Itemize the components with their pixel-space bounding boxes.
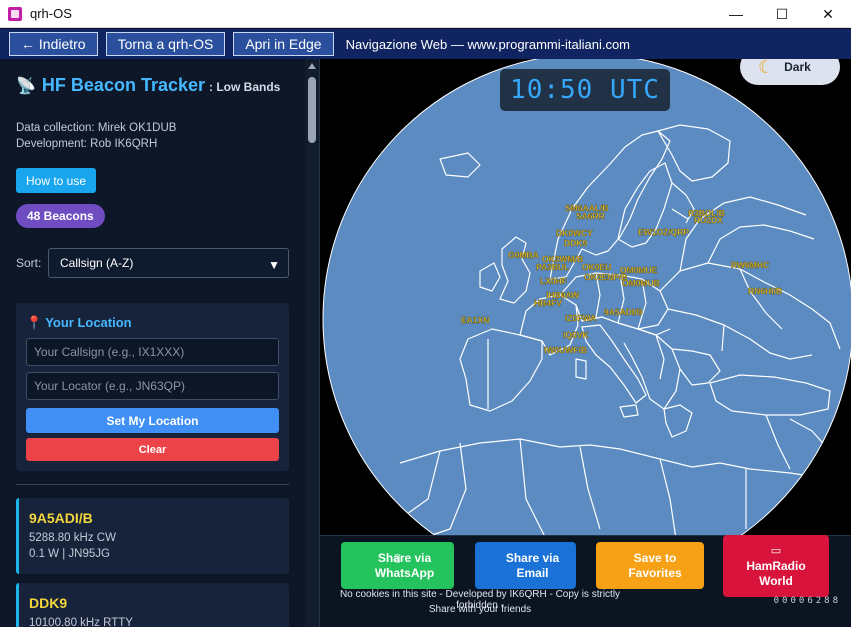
chevron-down-icon: ▼ xyxy=(268,258,280,272)
credits: Data collection: Mirek OK1DUB Developmen… xyxy=(16,120,176,152)
radio-icon: ▭ xyxy=(770,544,782,557)
map-label-iw0uwf[interactable]: IW0UWF/B xyxy=(544,345,587,355)
navigation-bar: ← Indietro Torna a qrh-OS Apri in Edge N… xyxy=(0,29,851,59)
map-label-ea1xn[interactable]: EA1XN xyxy=(461,315,490,325)
theme-toggle[interactable]: ☾ Dark xyxy=(740,59,840,85)
hamradio-world-label: HamRadio World xyxy=(746,558,806,588)
share-bar: ▯ Share via WhatsApp Share via Email Sav… xyxy=(320,535,851,627)
beacon-callsign: 9A5ADI/B xyxy=(29,510,93,526)
credit-development: Development: Rob IK6QRH xyxy=(16,138,158,150)
map-label-ddk9[interactable]: DDK9 xyxy=(564,238,588,248)
moon-icon: ☾ xyxy=(758,59,775,77)
map-view[interactable]: SM6AAL/B SA6RR R3BDL/B RU2DX DK0WCY DDK9… xyxy=(320,59,851,627)
app-header: 📡 HF Beacon Tracker : Low Bands xyxy=(16,75,280,96)
map-label-dk0wcy[interactable]: DK0WCY xyxy=(556,228,594,238)
map-label-ok0enp[interactable]: OK0ENP/B xyxy=(584,272,628,282)
navigation-caption: Navigazione Web — www.programmi-italiani… xyxy=(345,36,631,52)
share-email-label: Share via Email xyxy=(505,550,560,580)
open-in-edge-button[interactable]: Apri in Edge xyxy=(233,32,334,56)
beacon-card[interactable]: 9A5ADI/B 5288.80 kHz CW 0.1 W | JN95JG xyxy=(16,498,289,574)
map-label-ok0eu[interactable]: OK0EU xyxy=(582,262,612,272)
sidebar: 📡 HF Beacon Tracker : Low Bands Data col… xyxy=(0,59,320,627)
location-card: 📍 Your Location Your Callsign (e.g., IX1X… xyxy=(16,303,289,471)
save-favorites-button[interactable]: Save to Favorites xyxy=(596,542,704,589)
share-whatsapp-button[interactable]: ▯ Share via WhatsApp xyxy=(341,542,454,589)
back-button[interactable]: ← Indietro xyxy=(9,32,98,56)
map-label-g0mba[interactable]: G0MBA xyxy=(508,250,539,260)
sort-select[interactable]: Callsign (A-Z) ▼ xyxy=(48,248,289,278)
share-email-button[interactable]: Share via Email xyxy=(475,542,576,589)
beacon-callsign: DDK9 xyxy=(29,595,68,611)
pin-icon: 📍 xyxy=(26,315,43,330)
beacon-frequency: 10100.80 kHz RTTY xyxy=(29,617,133,627)
app-subtitle: : Low Bands xyxy=(209,80,281,94)
map-label-hb4fv[interactable]: HB4FV xyxy=(534,298,563,308)
share-whatsapp-label: Share via WhatsApp xyxy=(374,550,435,580)
map-label-pa3bul[interactable]: PA3BUL xyxy=(536,262,570,272)
location-title: 📍 Your Location xyxy=(26,315,132,331)
save-favorites-label: Save to Favorites xyxy=(628,550,682,580)
map-label-ew1oz[interactable]: EW1OZ/QRP xyxy=(638,227,690,237)
map-label-sa6rr[interactable]: SA6RR xyxy=(576,211,605,221)
clear-location-button[interactable]: Clear xyxy=(26,438,279,461)
sort-label: Sort: xyxy=(16,256,42,270)
locator-input[interactable]: Your Locator (e.g., JN63QP) xyxy=(26,372,279,400)
beacon-info: 0.1 W | JN95JG xyxy=(29,548,110,560)
theme-label: Dark xyxy=(784,60,811,74)
hamradio-world-button[interactable]: ▭ HamRadio World xyxy=(723,535,829,597)
window-title: qrh-OS xyxy=(30,6,72,21)
set-location-button[interactable]: Set My Location xyxy=(26,408,279,433)
window-controls: — ☐ ✕ xyxy=(713,0,851,28)
scroll-up-arrow-icon[interactable] xyxy=(308,63,316,69)
credit-collection: Data collection: Mirek OK1DUB xyxy=(16,122,177,134)
scrollbar-thumb[interactable] xyxy=(308,77,316,143)
app-icon xyxy=(8,6,22,21)
map-label-iq5vk[interactable]: IQ5VK xyxy=(563,330,590,340)
map-label-iz0fwa[interactable]: IZ0FWA xyxy=(565,313,597,323)
map-label-9a5adi[interactable]: 9A5ADI/B xyxy=(604,307,643,317)
satellite-dish-icon: 📡 xyxy=(16,78,36,95)
map-label-rw6mhc[interactable]: RW6MHC xyxy=(731,260,769,270)
sort-selected-value: Callsign (A-Z) xyxy=(60,256,134,270)
app-title: HF Beacon Tracker xyxy=(41,75,205,95)
map-label-om0mub[interactable]: OM0MUB xyxy=(622,278,660,288)
footer-share: Share with your friends xyxy=(428,604,532,615)
minimize-button[interactable]: — xyxy=(713,0,759,28)
divider xyxy=(16,484,289,485)
callsign-input[interactable]: Your Callsign (e.g., IX1XXX) xyxy=(26,338,279,366)
sidebar-scrollbar[interactable] xyxy=(305,59,319,627)
map-label-rn6hi[interactable]: RN6HI/B xyxy=(748,286,782,296)
visit-counter: 00006288 xyxy=(773,596,841,606)
maximize-button[interactable]: ☐ xyxy=(759,0,805,28)
beacon-frequency: 5288.80 kHz CW xyxy=(29,532,116,544)
utc-clock: 10:50 UTC xyxy=(500,69,670,111)
how-to-use-button[interactable]: How to use xyxy=(16,168,97,193)
window-titlebar: qrh-OS — ☐ ✕ xyxy=(0,0,851,28)
beacons-count-badge: 48 Beacons xyxy=(16,204,105,228)
beacon-card[interactable]: DDK9 10100.80 kHz RTTY xyxy=(16,583,289,627)
home-button[interactable]: Torna a qrh-OS xyxy=(105,32,226,56)
map-label-ru2dx[interactable]: RU2DX xyxy=(694,215,724,225)
close-button[interactable]: ✕ xyxy=(805,0,851,28)
map-label-lx0hf[interactable]: LX0HF xyxy=(540,276,567,286)
location-title-text: Your Location xyxy=(45,315,132,330)
